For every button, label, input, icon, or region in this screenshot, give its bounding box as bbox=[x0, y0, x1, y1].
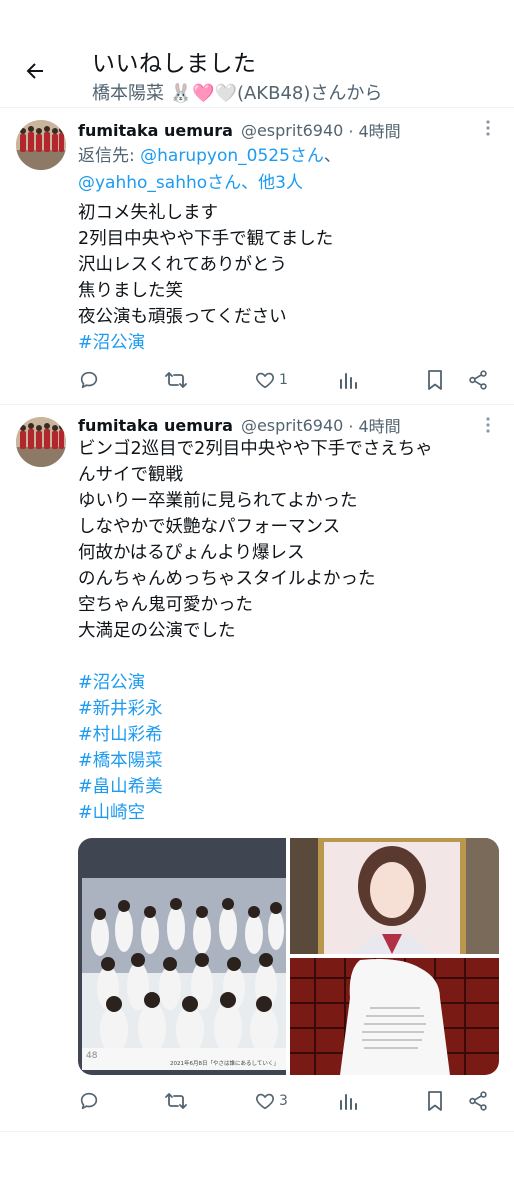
avatar[interactable] bbox=[16, 120, 66, 170]
heart-icon bbox=[254, 369, 276, 391]
timestamp[interactable]: · 4時間 bbox=[348, 413, 400, 437]
analytics-button[interactable] bbox=[338, 365, 358, 395]
hashtag-link[interactable]: #山崎空 bbox=[78, 800, 503, 826]
analytics-icon bbox=[338, 1091, 358, 1111]
hashtag-link[interactable]: #新井彩永 bbox=[78, 696, 503, 722]
reply-user-link[interactable]: @yahho_sahhoさん bbox=[78, 173, 241, 193]
tweet-line: 何故かはるぴょんより爆レス bbox=[78, 543, 305, 563]
signed-panel-photo[interactable] bbox=[290, 958, 499, 1075]
tweet-line: 夜公演も頑張ってください bbox=[78, 307, 287, 327]
more-button[interactable] bbox=[478, 416, 498, 438]
tweet-line: ゆいりー卒業前に見られてよかった bbox=[78, 491, 358, 511]
hashtag-link[interactable]: #畠山希美 bbox=[78, 774, 503, 800]
back-arrow-icon bbox=[23, 59, 47, 87]
bookmark-icon bbox=[425, 1090, 445, 1112]
tweet-header: fumitaka uemura @esprit6940 · 4時間 bbox=[78, 118, 401, 142]
like-button[interactable]: 1 bbox=[254, 365, 288, 395]
hashtag-link[interactable]: #村山彩希 bbox=[78, 722, 503, 748]
hashtag-link[interactable]: #橋本陽菜 bbox=[78, 748, 503, 774]
tweet-line: ビンゴ2巡目で2列目中央やや下手でさえちゃ bbox=[78, 439, 433, 459]
tweet-text: ビンゴ2巡目で2列目中央やや下手でさえちゃ んサイで観戦 ゆいりー卒業前に見られ… bbox=[78, 436, 503, 826]
display-name[interactable]: fumitaka uemura bbox=[78, 121, 233, 140]
more-icon bbox=[486, 120, 490, 140]
analytics-icon bbox=[338, 370, 358, 390]
tweet-header: fumitaka uemura @esprit6940 · 4時間 bbox=[78, 413, 401, 437]
bookmark-button[interactable] bbox=[425, 1086, 445, 1116]
display-name[interactable]: fumitaka uemura bbox=[78, 416, 233, 435]
bookmark-button[interactable] bbox=[425, 365, 445, 395]
tweet-line: 空ちゃん鬼可愛かった bbox=[78, 595, 253, 615]
share-button[interactable] bbox=[467, 365, 489, 395]
more-icon bbox=[486, 417, 490, 437]
reply-prefix: 返信先: bbox=[78, 146, 141, 166]
framed-portrait-photo[interactable] bbox=[290, 838, 499, 954]
share-icon bbox=[467, 1090, 489, 1112]
analytics-button[interactable] bbox=[338, 1086, 358, 1116]
tweet-line: 初コメ失礼します bbox=[78, 203, 218, 223]
reply-button[interactable] bbox=[78, 1086, 100, 1116]
timestamp[interactable]: · 4時間 bbox=[348, 118, 400, 142]
bookmark-icon bbox=[425, 369, 445, 391]
page-subtitle: 橋本陽菜 🐰🩷🤍(AKB48)さんから bbox=[92, 83, 383, 104]
tweet-line: 大満足の公演でした bbox=[78, 621, 236, 641]
group-photo[interactable]: 48 2021年6月8日「やさは誰にあるしていく」 bbox=[78, 838, 286, 1075]
handle[interactable]: @esprit6940 bbox=[241, 416, 343, 435]
top-header: いいねしました 橋本陽菜 🐰🩷🤍(AKB48)さんから bbox=[0, 0, 514, 108]
retweet-button[interactable] bbox=[164, 365, 188, 395]
tweet-line: 焦りました笑 bbox=[78, 281, 183, 301]
tweet-text: 初コメ失礼します 2列目中央やや下手で観てました 沢山レスくれてありがとう 焦り… bbox=[78, 200, 503, 356]
retweet-icon bbox=[164, 1090, 188, 1112]
tweet-line: 2列目中央やや下手で観てました bbox=[78, 229, 334, 249]
hashtag-link[interactable]: #沼公演 bbox=[78, 330, 503, 356]
retweet-button[interactable] bbox=[164, 1086, 188, 1116]
back-button[interactable] bbox=[18, 56, 52, 90]
share-icon bbox=[467, 369, 489, 391]
tweet-line: 沢山レスくれてありがとう bbox=[78, 255, 287, 275]
tweet-line: しなやかで妖艶なパフォーマンス bbox=[78, 517, 341, 537]
reply-separator: 、 bbox=[323, 146, 341, 166]
tweet-media-grid: 48 2021年6月8日「やさは誰にあるしていく」 bbox=[78, 838, 499, 1075]
retweet-icon bbox=[164, 369, 188, 391]
reply-others-link[interactable]: 、他3人 bbox=[241, 173, 303, 193]
tweet-actions: 1 bbox=[78, 365, 498, 395]
reply-icon bbox=[78, 369, 100, 391]
avatar[interactable] bbox=[16, 417, 66, 467]
photo-badge-text: 48 bbox=[86, 1051, 98, 1061]
like-button[interactable]: 3 bbox=[254, 1086, 288, 1116]
hashtag-link[interactable]: #沼公演 bbox=[78, 670, 503, 696]
tweet-line: のんちゃんめっちゃスタイルよかった bbox=[78, 569, 376, 589]
reply-to: 返信先: @harupyon_0525さん、 @yahho_sahhoさん、他3… bbox=[78, 143, 498, 197]
heart-icon bbox=[254, 1090, 276, 1112]
photo-caption-text: 2021年6月8日「やさは誰にあるしていく」 bbox=[170, 1059, 279, 1067]
like-count: 1 bbox=[279, 372, 288, 388]
more-button[interactable] bbox=[478, 119, 498, 141]
tweet-1[interactable]: fumitaka uemura @esprit6940 · 4時間 返信先: @… bbox=[0, 108, 514, 398]
page-title: いいねしました bbox=[92, 51, 257, 77]
reply-user-link[interactable]: @harupyon_0525さん bbox=[140, 146, 324, 166]
tweet-actions: 3 bbox=[78, 1086, 498, 1116]
divider bbox=[0, 1131, 514, 1132]
reply-icon bbox=[78, 1090, 100, 1112]
handle[interactable]: @esprit6940 bbox=[241, 121, 343, 140]
share-button[interactable] bbox=[467, 1086, 489, 1116]
reply-button[interactable] bbox=[78, 365, 100, 395]
tweet-line: んサイで観戦 bbox=[78, 465, 183, 485]
like-count: 3 bbox=[279, 1093, 288, 1109]
